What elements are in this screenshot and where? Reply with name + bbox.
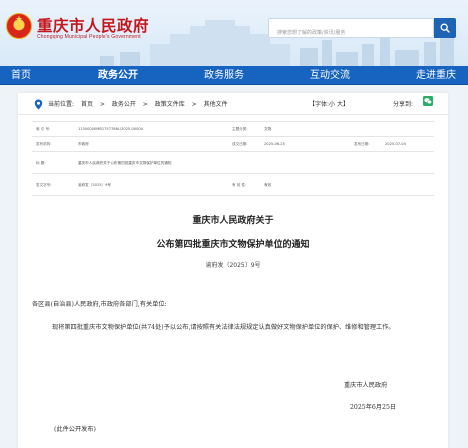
topic-category-value: 文物 <box>264 127 272 131</box>
breadcrumb-item-disclosure[interactable]: 政务公开 <box>112 101 136 108</box>
written-date-label: 成文日期: <box>232 142 248 146</box>
share-label: 分享到: <box>393 101 414 108</box>
issuing-agency-label: 发布机构: <box>36 142 52 146</box>
document-title-label: 标 题: <box>36 161 46 165</box>
article-card: 当前位置: 首页 > 政务公开 > 政策文件库 > 其他文件 【字体:小 大】 … <box>18 93 448 448</box>
validity-label: 有 效 性: <box>232 183 247 187</box>
publish-date-value: 2025-07-04 <box>385 142 406 146</box>
metadata-row: 索 引 号: 11500000MB1757786L/2025-00004 主题分… <box>32 122 434 137</box>
issuing-agency-value: 市政府 <box>78 142 89 146</box>
font-size-close-bracket: 】 <box>342 101 349 108</box>
article-body-paragraph: 现将第四批重庆市文物保护单位(共74处)予以公布,请按照有关法律法规规定认真做好… <box>52 324 395 331</box>
nav-item-government-services[interactable]: 政务服务 <box>204 66 244 85</box>
breadcrumb-item-other-files[interactable]: 其他文件 <box>204 101 228 108</box>
article-date: 2025年6月25日 <box>350 404 397 411</box>
search-button[interactable] <box>434 18 456 38</box>
article-title-line-1: 重庆市人民政府关于 <box>192 216 274 226</box>
index-number-value: 11500000MB1757786L/2025-00004 <box>78 127 143 131</box>
font-size-label: 【字体: <box>309 101 330 108</box>
nav-item-interaction[interactable]: 互动交流 <box>310 66 350 85</box>
document-title-value: 重庆市人民政府关于公布第四批重庆市文物保护单位的通知 <box>78 161 172 165</box>
location-pin-icon <box>34 99 43 110</box>
nav-item-about-chongqing[interactable]: 走进重庆 <box>416 66 456 85</box>
nav-item-government-affairs-disclosure[interactable]: 政务公开 <box>98 66 138 85</box>
article-title-line-2: 公布第四批重庆市文物保护单位的通知 <box>156 240 310 250</box>
validity-value: 有效 <box>264 183 272 187</box>
index-number-label: 索 引 号: <box>36 127 51 131</box>
font-size-small-button[interactable]: 小 <box>329 101 335 108</box>
metadata-row: 发布机构: 市政府 成文日期: 2025-06-25 发布日期: 2025-07… <box>32 137 434 152</box>
publication-note: (此件公开发布) <box>54 426 96 433</box>
topic-category-label: 主题分类: <box>232 127 248 131</box>
main-navigation: 首页 政务公开 政务服务 互动交流 走进重庆 <box>0 66 468 85</box>
search-icon <box>440 23 450 33</box>
article-document-number: 渝府发〔2025〕9号 <box>205 262 261 269</box>
breadcrumb-prefix: 当前位置: <box>48 101 75 108</box>
document-metadata-table: 索 引 号: 11500000MB1757786L/2025-00004 主题分… <box>32 121 434 197</box>
site-subtitle: Chongqing Municipal People's Government <box>37 34 141 40</box>
wechat-share-icon[interactable] <box>423 96 433 106</box>
metadata-row: 发文字号: 渝府发〔2025〕9号 有 效 性: 有效 <box>32 174 434 196</box>
search-input[interactable] <box>269 24 433 42</box>
publish-date-label: 发布日期: <box>354 142 370 146</box>
breadcrumb-item-policy-library[interactable]: 政策文件库 <box>155 101 185 108</box>
breadcrumb-item-home[interactable]: 首页 <box>81 101 93 108</box>
site-title[interactable]: 重庆市人民政府 <box>37 14 149 36</box>
article-salutation: 各区县(自治县)人民政府,市政府各部门,有关单位: <box>32 301 167 308</box>
breadcrumb-separator: > <box>99 101 105 108</box>
breadcrumb-separator: > <box>191 101 197 108</box>
breadcrumb-separator: > <box>142 101 148 108</box>
nav-item-home[interactable]: 首页 <box>11 66 31 85</box>
national-emblem-logo: ★ <box>6 13 32 39</box>
document-number-value: 渝府发〔2025〕9号 <box>78 183 111 187</box>
font-size-control: 【字体:小 大】 <box>309 99 349 108</box>
written-date-value: 2025-06-25 <box>264 142 285 146</box>
article-signer: 重庆市人民政府 <box>344 382 388 389</box>
document-number-label: 发文字号: <box>36 183 52 187</box>
breadcrumb: 当前位置: 首页 > 政务公开 > 政策文件库 > 其他文件 <box>48 99 233 108</box>
breadcrumb-bar: 当前位置: 首页 > 政务公开 > 政策文件库 > 其他文件 【字体:小 大】 … <box>18 93 448 115</box>
site-header: ★ 重庆市人民政府 Chongqing Municipal People's G… <box>0 0 468 66</box>
search-box <box>268 18 434 42</box>
metadata-row: 标 题: 重庆市人民政府关于公布第四批重庆市文物保护单位的通知 <box>32 152 434 174</box>
